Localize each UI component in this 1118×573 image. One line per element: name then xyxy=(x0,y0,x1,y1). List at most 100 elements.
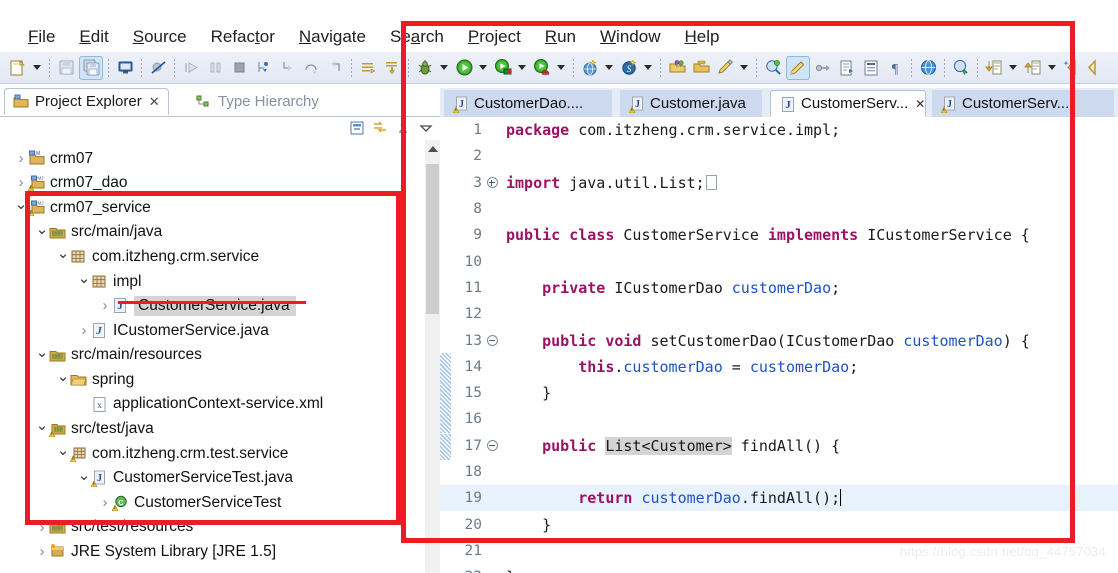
chevron-down-icon[interactable]: ⌄ xyxy=(56,365,70,394)
view-menu-icon[interactable] xyxy=(418,120,434,141)
collapse-all-icon[interactable] xyxy=(349,120,365,141)
previous-annotation-dropdown[interactable] xyxy=(1045,57,1058,79)
tree-item[interactable]: ⌄ src/test/java xyxy=(0,417,426,442)
menu-help[interactable]: Help xyxy=(684,27,719,47)
run-config-dropdown[interactable] xyxy=(515,57,528,79)
run-dropdown[interactable] xyxy=(476,57,489,79)
chevron-right-icon[interactable]: › xyxy=(14,146,28,170)
step-into-selection-icon[interactable] xyxy=(252,57,274,79)
scrollbar-thumb[interactable] xyxy=(426,164,439,314)
search-type-icon[interactable] xyxy=(762,57,784,79)
tree-item[interactable]: ⌄ com.itzheng.crm.service xyxy=(0,244,426,269)
tree-item[interactable]: › Mcrm07 xyxy=(0,146,426,171)
coverage-dropdown[interactable] xyxy=(554,57,567,79)
run-configurations-icon[interactable] xyxy=(492,57,514,79)
focus-icon[interactable] xyxy=(395,120,411,141)
step-return-icon[interactable] xyxy=(324,57,346,79)
chevron-down-icon[interactable]: ⌄ xyxy=(56,439,70,468)
tree-item[interactable]: ⌄ com.itzheng.crm.test.service xyxy=(0,441,426,466)
chevron-down-icon[interactable]: ⌄ xyxy=(77,464,91,493)
tree-item[interactable]: ⌄ src/main/resources xyxy=(0,343,426,368)
tree-item[interactable]: ⌄ J CustomerServiceTest.java xyxy=(0,466,426,491)
chevron-right-icon[interactable]: › xyxy=(14,171,28,195)
menu-edit[interactable]: Edit xyxy=(79,27,108,47)
close-icon[interactable]: ✕ xyxy=(915,97,925,111)
tree-item[interactable]: › C CustomerServiceTest xyxy=(0,490,426,515)
tree-item[interactable]: › J ICustomerService.java xyxy=(0,318,426,343)
previous-annotation-icon[interactable] xyxy=(1022,57,1044,79)
save-all-icon[interactable] xyxy=(79,55,103,80)
mark-occurrences-icon[interactable] xyxy=(786,55,810,80)
coverage-icon[interactable] xyxy=(531,57,553,79)
chevron-down-icon[interactable]: ⌄ xyxy=(35,341,49,370)
chevron-down-icon[interactable]: ⌄ xyxy=(56,242,70,271)
terminate-icon[interactable] xyxy=(228,57,250,79)
tree-item[interactable]: › J CustomerService.java xyxy=(0,294,426,319)
code-area[interactable]: 1 package com.itzheng.crm.service.impl; 2 3… xyxy=(440,117,1118,573)
menu-window[interactable]: Window xyxy=(600,27,660,47)
chevron-down-icon[interactable]: ⌄ xyxy=(14,193,28,222)
toggle-block-icon[interactable] xyxy=(860,57,882,79)
fold-collapse-icon[interactable] xyxy=(486,335,498,347)
external-tools-icon[interactable] xyxy=(836,57,858,79)
new-wizard-icon[interactable] xyxy=(7,57,29,79)
tree-item[interactable]: x applicationContext-service.xml xyxy=(0,392,426,417)
resume-icon[interactable] xyxy=(180,57,202,79)
menu-run[interactable]: Run xyxy=(545,27,576,47)
chevron-down-icon[interactable]: ⌄ xyxy=(35,218,49,247)
chevron-right-icon[interactable]: › xyxy=(98,294,112,318)
open-perspective-icon[interactable] xyxy=(950,57,972,79)
link-with-editor-icon[interactable] xyxy=(372,120,388,141)
editor-tab[interactable]: J CustomerServ... ✕ xyxy=(770,90,926,117)
chevron-right-icon[interactable]: › xyxy=(35,515,49,539)
new-annotation-icon[interactable] xyxy=(714,57,736,79)
back-icon[interactable] xyxy=(1061,57,1083,79)
project-explorer-scrollbar[interactable] xyxy=(425,140,440,573)
editor-tab[interactable]: J CustomerDao.... xyxy=(444,90,612,117)
tree-item[interactable]: › MJ crm07_dao xyxy=(0,171,426,196)
editor-tab[interactable]: J CustomerServ... xyxy=(932,90,1114,117)
forward-icon[interactable] xyxy=(1085,57,1107,79)
menu-refactor[interactable]: Refactor xyxy=(211,27,275,47)
menu-source[interactable]: Source xyxy=(133,27,187,47)
tree-item[interactable]: ⌄ spring xyxy=(0,367,426,392)
new-web-project-icon[interactable] xyxy=(579,57,601,79)
save-icon[interactable] xyxy=(55,57,77,79)
tree-item[interactable]: › JRE System Library [JRE 1.5] xyxy=(0,540,426,565)
editor-tab[interactable]: J Customer.java xyxy=(620,90,762,117)
chevron-right-icon[interactable]: › xyxy=(98,491,112,515)
chevron-right-icon[interactable]: › xyxy=(35,540,49,564)
spring-tool-icon[interactable]: S xyxy=(618,57,640,79)
tree-item[interactable]: ⌄ impl xyxy=(0,269,426,294)
fold-expand-icon[interactable] xyxy=(486,177,498,189)
open-browser-icon[interactable] xyxy=(917,57,939,79)
menu-search[interactable]: Search xyxy=(390,27,444,47)
tree-item[interactable]: ⌄ src/main/java xyxy=(0,220,426,245)
new-wizard-dropdown[interactable] xyxy=(30,57,43,79)
new-web-dropdown[interactable] xyxy=(602,57,615,79)
spring-dropdown[interactable] xyxy=(641,57,654,79)
open-task-icon[interactable] xyxy=(690,57,712,79)
suspend-icon[interactable] xyxy=(204,57,226,79)
fold-collapse-icon[interactable] xyxy=(486,440,498,452)
next-annotation-dropdown[interactable] xyxy=(1006,57,1019,79)
chevron-down-icon[interactable]: ⌄ xyxy=(35,414,49,443)
console-icon[interactable] xyxy=(114,57,136,79)
link-with-editor-icon[interactable] xyxy=(812,57,834,79)
menu-navigate[interactable]: Navigate xyxy=(299,27,366,47)
next-annotation-icon[interactable] xyxy=(983,57,1005,79)
annotation-dropdown[interactable] xyxy=(737,57,750,79)
tree-item[interactable]: › src/test/resources xyxy=(0,515,426,540)
collapsed-import-box[interactable] xyxy=(705,174,717,190)
tab-project-explorer[interactable]: Project Explorer ✕ xyxy=(4,88,169,115)
disable-breakpoints-icon[interactable] xyxy=(147,57,169,79)
step-over-icon[interactable] xyxy=(300,57,322,79)
debug-dropdown[interactable] xyxy=(437,57,450,79)
close-icon[interactable]: ✕ xyxy=(149,94,160,110)
chevron-down-icon[interactable]: ⌄ xyxy=(77,267,91,296)
step-into-icon[interactable] xyxy=(276,57,298,79)
drop-to-frame-icon[interactable] xyxy=(381,57,403,79)
run-icon[interactable] xyxy=(453,57,475,79)
tab-type-hierarchy[interactable]: Type Hierarchy xyxy=(188,88,327,115)
menu-file[interactable]: File xyxy=(28,27,55,47)
